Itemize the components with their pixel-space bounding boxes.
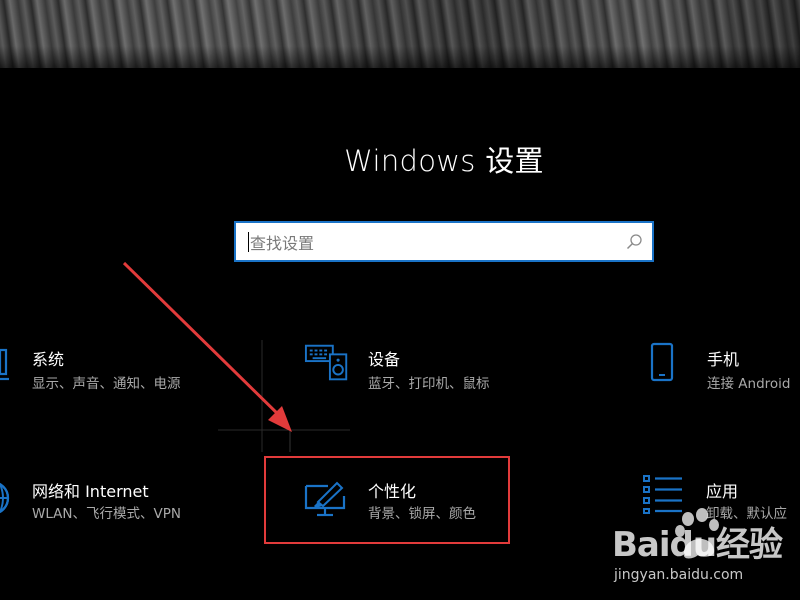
keyboard-speaker-icon bbox=[304, 344, 348, 381]
search-box[interactable] bbox=[234, 221, 654, 262]
tile-network[interactable]: 网络和 Internet WLAN、飞行模式、VPN bbox=[0, 472, 230, 532]
globe-icon bbox=[0, 482, 10, 514]
tile-phone-label: 手机 bbox=[707, 350, 740, 369]
tile-devices-label: 设备 bbox=[368, 350, 401, 369]
tile-phone-desc: 连接 Android bbox=[707, 376, 791, 392]
search-icon[interactable] bbox=[625, 233, 643, 251]
tile-apps-label: 应用 bbox=[706, 482, 739, 501]
tile-network-label: 网络和 Internet bbox=[32, 482, 149, 501]
tile-system-desc: 显示、声音、通知、电源 bbox=[32, 376, 181, 392]
background-photo bbox=[0, 0, 800, 68]
baidu-watermark: Baidu经验 jingyan.baidu.com bbox=[600, 505, 800, 600]
watermark-url: jingyan.baidu.com bbox=[614, 567, 744, 583]
annotation-highlight-box bbox=[264, 456, 510, 544]
text-caret bbox=[248, 232, 249, 252]
laptop-icon bbox=[0, 348, 9, 381]
watermark-brand: Baidu经验 bbox=[612, 525, 783, 565]
tile-phone[interactable]: 手机 连接 Android bbox=[640, 340, 800, 400]
tile-network-desc: WLAN、飞行模式、VPN bbox=[32, 506, 181, 522]
tile-system[interactable]: 系统 显示、声音、通知、电源 bbox=[0, 340, 230, 400]
tile-devices[interactable]: 设备 蓝牙、打印机、鼠标 bbox=[300, 340, 550, 400]
page-title: Windows 设置 bbox=[344, 144, 544, 178]
tile-devices-desc: 蓝牙、打印机、鼠标 bbox=[368, 376, 490, 392]
tile-system-label: 系统 bbox=[32, 350, 65, 369]
phone-icon bbox=[650, 342, 674, 382]
search-input[interactable] bbox=[248, 229, 612, 257]
